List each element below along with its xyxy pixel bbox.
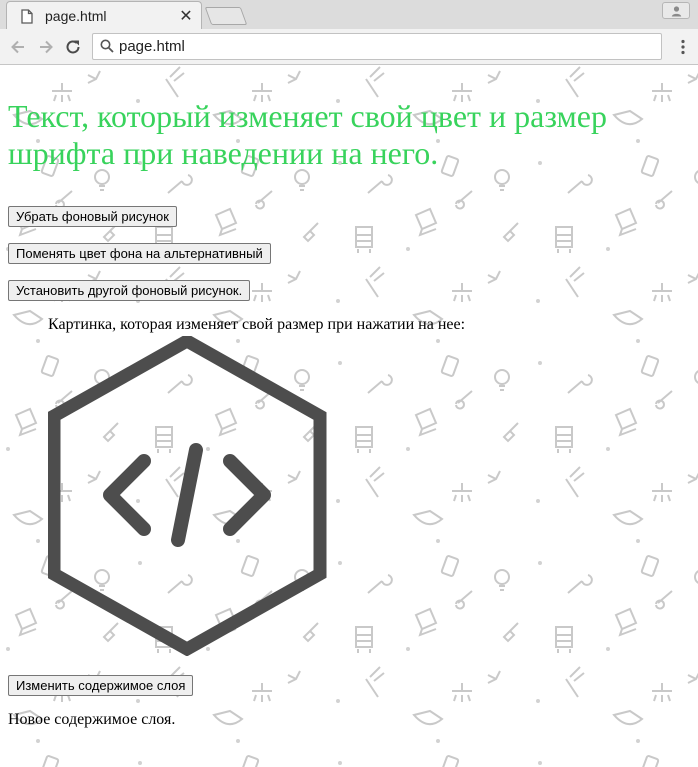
kebab-menu-icon[interactable]: [680, 39, 686, 55]
search-icon: [100, 39, 114, 53]
change-background-color-button[interactable]: Поменять цвет фона на альтернативный: [8, 243, 271, 264]
tab-title: page.html: [45, 8, 107, 24]
forward-arrow-icon[interactable]: [36, 37, 56, 57]
address-bar[interactable]: page.html: [92, 33, 662, 60]
hover-headline[interactable]: Текст, который изменяет свой цвет и разм…: [8, 98, 678, 172]
page-viewport: Текст, который изменяет свой цвет и разм…: [0, 65, 698, 767]
profile-icon: [671, 6, 682, 17]
url-text[interactable]: page.html: [119, 38, 185, 55]
change-layer-button[interactable]: Изменить содержимое слоя: [8, 675, 194, 696]
profile-button[interactable]: [662, 2, 690, 19]
image-caption: Картинка, которая изменяет свой размер п…: [48, 316, 466, 333]
document-icon: [21, 9, 33, 24]
set-other-background-button[interactable]: Установить другой фоновый рисунок.: [8, 280, 251, 301]
remove-background-button[interactable]: Убрать фоновый рисунок: [8, 206, 177, 227]
close-icon[interactable]: ✕: [177, 6, 195, 26]
back-arrow-icon[interactable]: [8, 37, 28, 57]
layer-content: Новое содержимое слоя.: [8, 711, 176, 728]
code-hexagon-icon[interactable]: [48, 336, 328, 656]
reload-icon[interactable]: [63, 37, 83, 57]
browser-tab[interactable]: page.html ✕: [6, 1, 202, 29]
browser-titlebar: page.html ✕: [0, 0, 698, 29]
page-content: Текст, который изменяет свой цвет и разм…: [0, 65, 698, 767]
new-tab-button[interactable]: [204, 7, 248, 25]
browser-toolbar: page.html: [0, 29, 698, 65]
